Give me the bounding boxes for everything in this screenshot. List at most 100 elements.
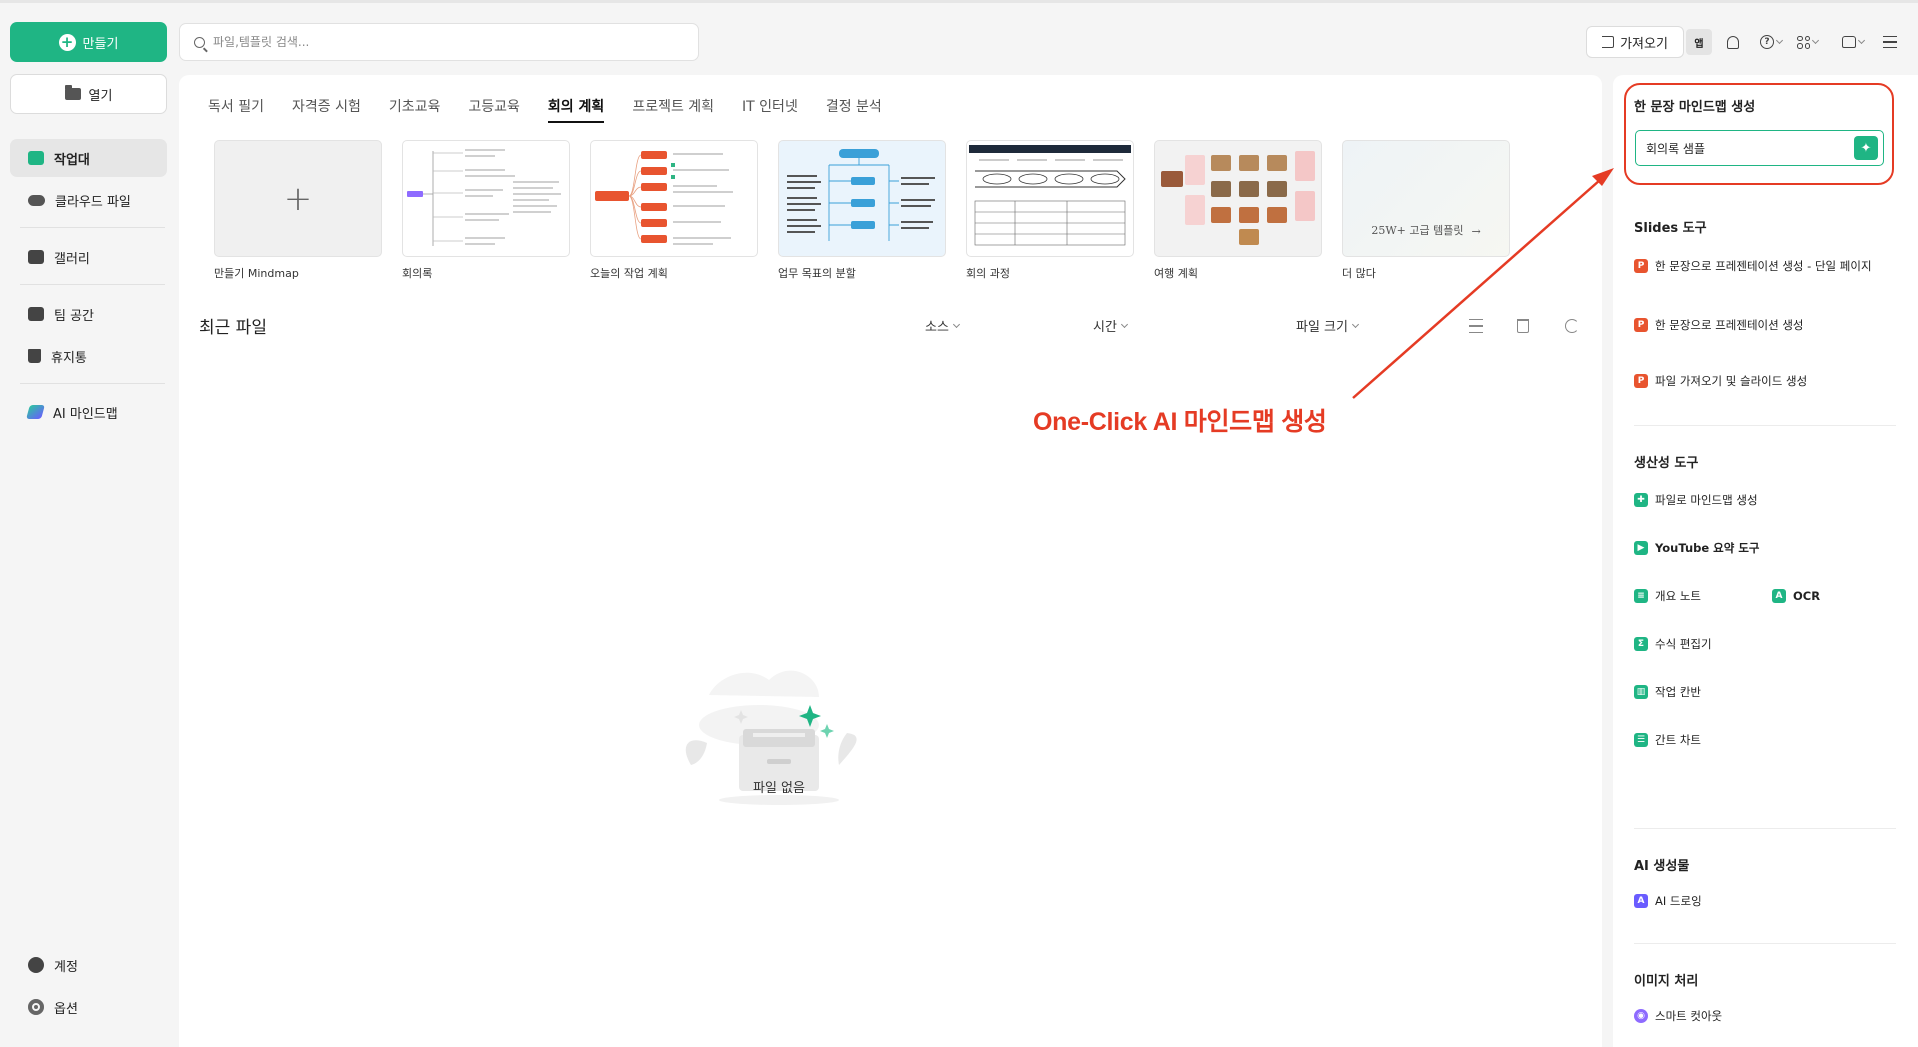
- tool-gantt-chart[interactable]: ☰ 간트 차트: [1634, 733, 1884, 748]
- column-time[interactable]: 시간: [1093, 316, 1128, 335]
- gantt-icon: ☰: [1634, 733, 1648, 747]
- template-card[interactable]: 업무 목표의 분할: [778, 140, 946, 281]
- template-card-blank[interactable]: + 만들기 Mindmap: [214, 140, 382, 281]
- tool-formula-editor[interactable]: Σ 수식 편집기: [1634, 637, 1884, 652]
- template-category-tabs: 독서 필기 자격증 시험 기초교육 고등교육 회의 계획 프로젝트 계획 IT …: [208, 95, 896, 125]
- help-button[interactable]: ?: [1760, 33, 1784, 51]
- sidebar-item-workbench[interactable]: 작업대: [10, 139, 167, 177]
- create-button-label: 만들기: [82, 36, 119, 52]
- collapse-panel-icon: [1883, 36, 1897, 48]
- refresh-icon[interactable]: [1565, 319, 1579, 333]
- tab-decision-analysis[interactable]: 결정 분석: [812, 95, 896, 125]
- tab-basic-education[interactable]: 기초교육: [375, 95, 455, 125]
- sidebar-item-label: 계정: [54, 959, 78, 975]
- trash-icon[interactable]: [1517, 319, 1529, 333]
- tool-label: 파일로 마인드맵 생성: [1655, 493, 1758, 507]
- template-thumbnail: [590, 140, 758, 257]
- youtube-play-icon: ▶: [1634, 541, 1648, 555]
- column-label: 소스: [925, 320, 949, 335]
- team-space-icon: [28, 307, 44, 321]
- template-card[interactable]: 오늘의 작업 계획: [590, 140, 758, 281]
- tab-meeting-plan[interactable]: 회의 계획: [534, 95, 618, 125]
- list-view-icon[interactable]: [1469, 319, 1483, 333]
- tool-label: 개요 노트: [1655, 589, 1701, 603]
- oneline-mindmap-input-box[interactable]: ✦: [1635, 130, 1884, 166]
- sidebar-item-trash[interactable]: 휴지통: [10, 337, 167, 375]
- outline-list-icon: ≡: [1634, 589, 1648, 603]
- mindmap-thumbnail-graphic: [969, 145, 1131, 246]
- mindmap-thumbnail-graphic: [595, 151, 733, 245]
- column-source[interactable]: 소스: [925, 316, 960, 335]
- collapse-panel-button[interactable]: [1883, 33, 1897, 51]
- import-button-label: 가져오기: [1620, 36, 1668, 52]
- column-file-size[interactable]: 파일 크기: [1296, 316, 1360, 335]
- annotation-label: One-Click AI 마인드맵 생성: [1033, 408, 1327, 436]
- apps-grid-icon: [1797, 35, 1810, 49]
- template-label: 업무 목표의 분할: [778, 267, 856, 280]
- template-card[interactable]: 회의록: [402, 140, 570, 281]
- sidebar-item-label: 휴지통: [51, 350, 87, 366]
- open-button-label: 열기: [88, 88, 113, 104]
- tab-reading-notes[interactable]: 독서 필기: [208, 95, 278, 125]
- presentation-icon: P: [1634, 259, 1648, 273]
- window-top-border: [0, 0, 1918, 3]
- sidebar-item-team-space[interactable]: 팀 공간: [10, 295, 167, 333]
- help-icon: ?: [1760, 35, 1774, 49]
- slides-item-presentation[interactable]: P 한 문장으로 프레젠테이션 생성: [1634, 318, 1884, 333]
- tool-ocr[interactable]: A OCR: [1772, 589, 1872, 604]
- plus-icon: +: [58, 33, 76, 51]
- notification-button[interactable]: [1727, 33, 1739, 51]
- tab-higher-education[interactable]: 고등교육: [454, 95, 534, 125]
- import-button[interactable]: 가져오기: [1586, 26, 1684, 58]
- more-templates-text: 25W+ 고급 템플릿: [1371, 224, 1464, 237]
- tool-file-to-mindmap[interactable]: ✚ 파일로 마인드맵 생성: [1634, 493, 1884, 508]
- open-button[interactable]: 열기: [10, 74, 167, 114]
- import-icon: [1602, 36, 1615, 48]
- tool-youtube-summary[interactable]: ▶ YouTube 요약 도구: [1634, 541, 1884, 556]
- tool-ai-drawing[interactable]: A AI 드로잉: [1634, 894, 1884, 909]
- template-label: 회의록: [402, 267, 433, 280]
- chevron-down-icon: [1351, 320, 1360, 328]
- tool-outline-notes[interactable]: ≡ 개요 노트: [1634, 589, 1754, 604]
- template-card-more[interactable]: 25W+ 고급 템플릿 → 더 많다: [1342, 140, 1510, 281]
- mindmap-thumbnail-graphic: [787, 149, 935, 241]
- arrow-right-icon: →: [1471, 225, 1481, 238]
- theme-button[interactable]: [1842, 33, 1866, 51]
- gear-icon: [28, 999, 44, 1015]
- slides-item-single-page[interactable]: P 한 문장으로 프레젠테이션 생성 - 단일 페이지: [1634, 259, 1884, 274]
- tab-project-plan[interactable]: 프로젝트 계획: [618, 95, 728, 125]
- workbench-icon: [28, 151, 44, 165]
- generate-sparkle-button[interactable]: ✦: [1854, 136, 1878, 160]
- sidebar-item-gallery[interactable]: 갤러리: [10, 238, 167, 276]
- tab-it-internet[interactable]: IT 인터넷: [728, 95, 812, 125]
- ai-mindmap-icon: [26, 405, 45, 419]
- smart-cutout-icon: ◉: [1634, 1009, 1648, 1023]
- sidebar-item-ai-mindmap[interactable]: AI 마인드맵: [10, 393, 167, 431]
- template-thumbnail: [402, 140, 570, 257]
- create-button[interactable]: + 만들기: [10, 22, 167, 62]
- template-card[interactable]: 회의 과정: [966, 140, 1134, 281]
- tool-task-kanban[interactable]: ▥ 작업 칸반: [1634, 685, 1884, 700]
- search-bar[interactable]: [179, 23, 699, 61]
- tool-label: 한 문장으로 프레젠테이션 생성 - 단일 페이지: [1655, 259, 1872, 273]
- oneline-mindmap-input[interactable]: [1646, 141, 1846, 155]
- template-thumbnail: [1154, 140, 1322, 257]
- sidebar-item-cloud-files[interactable]: 클라우드 파일: [10, 181, 167, 219]
- sidebar-item-label: AI 마인드맵: [53, 406, 118, 422]
- panel-divider: [1634, 828, 1896, 829]
- app-button[interactable]: 앱: [1686, 29, 1712, 55]
- sidebar-item-account[interactable]: 계정: [10, 946, 167, 984]
- template-label: 더 많다: [1342, 267, 1376, 280]
- main-panel: 독서 필기 자격증 시험 기초교육 고등교육 회의 계획 프로젝트 계획 IT …: [179, 75, 1602, 1047]
- template-thumbnail: 25W+ 고급 템플릿 →: [1342, 140, 1510, 257]
- apps-menu-button[interactable]: [1797, 33, 1820, 51]
- tool-smart-cutout[interactable]: ◉ 스마트 컷아웃: [1634, 1009, 1884, 1024]
- tab-certification[interactable]: 자격증 시험: [278, 95, 375, 125]
- sidebar-item-label: 클라우드 파일: [55, 194, 131, 210]
- search-input[interactable]: [213, 35, 653, 49]
- sidebar-item-options[interactable]: 옵션: [10, 988, 167, 1026]
- column-label: 파일 크기: [1296, 320, 1348, 335]
- bell-icon: [1727, 35, 1739, 49]
- slides-item-import-file[interactable]: P 파일 가져오기 및 슬라이드 생성: [1634, 374, 1884, 389]
- template-card[interactable]: 여행 계획: [1154, 140, 1322, 281]
